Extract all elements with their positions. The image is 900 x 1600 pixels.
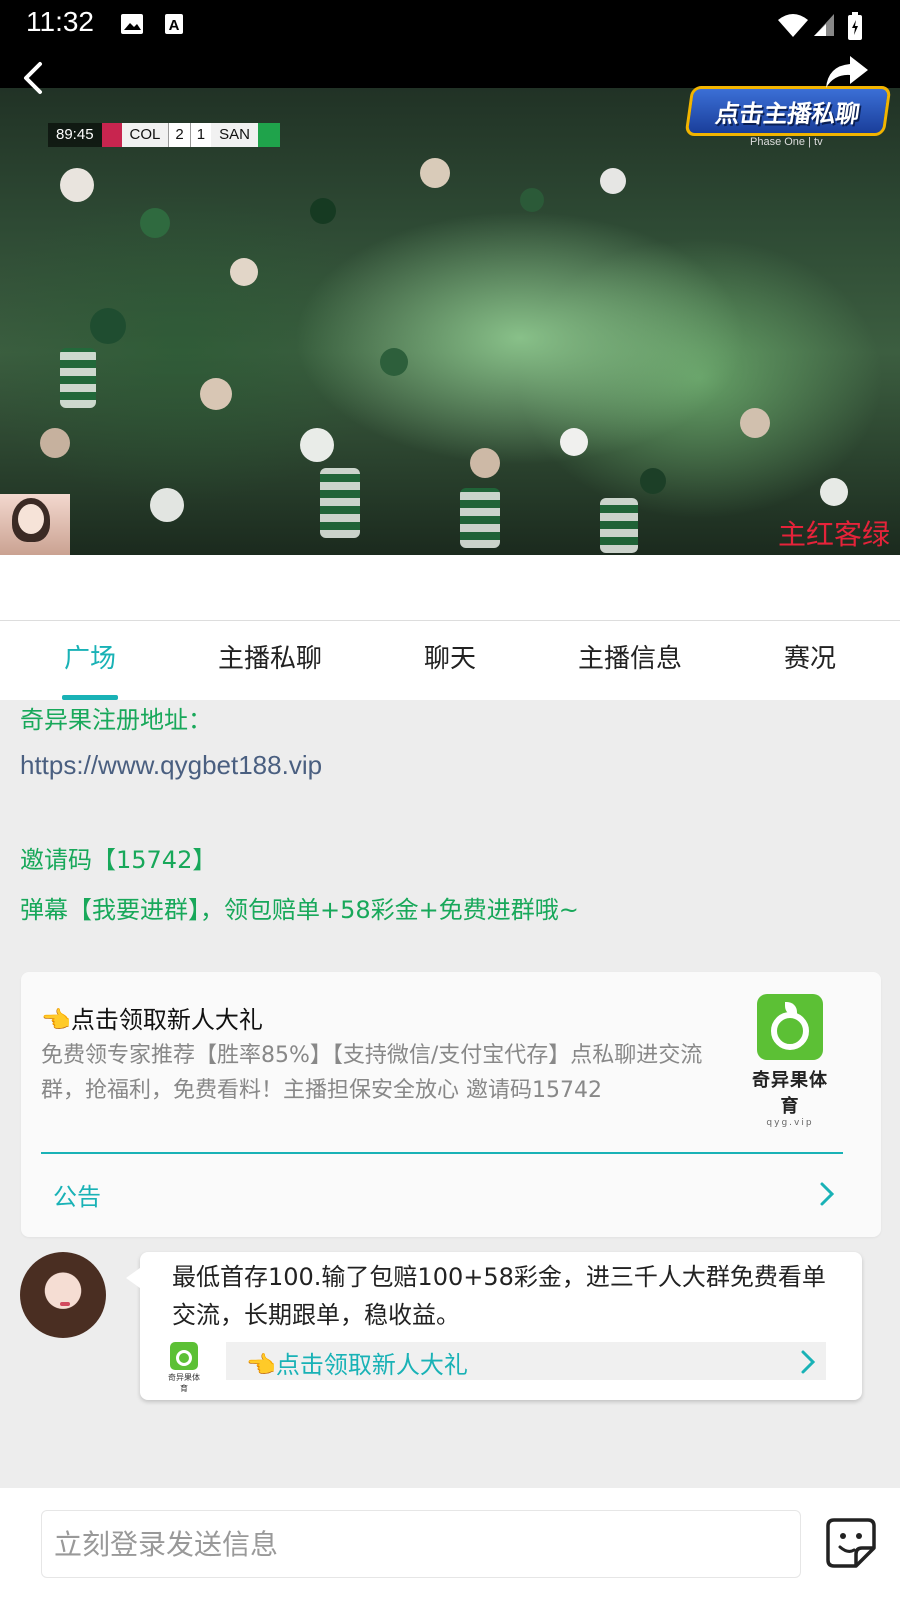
chevron-right-icon (820, 1182, 835, 1206)
signal-icon (814, 14, 834, 36)
scoreboard: 89:45 COL 2 1 SAN (48, 123, 280, 147)
danmaku-tip: 弹幕【我要进群】，领包赔单+58彩金+免费进群哦~ (20, 896, 579, 924)
anchor-chat-promo-badge[interactable]: 点击主播私聊 (684, 86, 892, 136)
wifi-icon (778, 14, 808, 37)
home-team: COL (121, 123, 169, 147)
chevron-right-icon (801, 1350, 816, 1374)
tab-match-status[interactable]: 赛况 (720, 621, 900, 700)
video-top-bar (0, 48, 900, 88)
invite-code: 邀请码【15742】 (20, 846, 217, 874)
card-description: 免费领专家推荐【胜率85%】【支持微信/支付宝代存】点私聊进交流群，抢福利，免费… (41, 1043, 703, 1103)
home-score: 2 (168, 123, 190, 147)
brand-logo: 奇异果体育 qyg.vip (743, 994, 837, 1128)
brand-domain: qyg.vip (766, 1118, 814, 1128)
promo-card[interactable]: 👈点击领取新人大礼 免费领专家推荐【胜率85%】【支持微信/支付宝代存】点私聊进… (21, 972, 881, 1237)
tab-anchor-chat[interactable]: 主播私聊 (180, 621, 360, 700)
svg-text:A: A (169, 17, 180, 34)
sticker-icon[interactable] (824, 1516, 878, 1570)
gift-link[interactable]: 👈点击领取新人大礼 (226, 1342, 826, 1380)
kiwi-logo-icon (757, 994, 823, 1060)
mini-kiwi-logo-icon: 奇异果体育 (166, 1342, 202, 1393)
anchor-avatar[interactable] (20, 1252, 106, 1338)
message-text: 最低首存100.输了包赔100+58彩金，进三千人大群免费看单交流，长期跟单，稳… (172, 1263, 826, 1329)
notice-label: 公告 (53, 1183, 101, 1211)
away-score: 1 (189, 123, 212, 147)
battery-icon (848, 12, 862, 40)
share-icon[interactable] (822, 52, 870, 92)
register-label: 奇异果注册地址： (20, 706, 212, 734)
video-player[interactable]: 89:45 COL 2 1 SAN 点击主播私聊 Phase One | tv … (0, 48, 900, 555)
anchor-thumbnail[interactable] (0, 494, 70, 555)
chat-input[interactable] (41, 1510, 801, 1578)
feed[interactable]: 奇异果注册地址： https://www.qygbet188.vip 邀请码【1… (0, 700, 900, 1488)
mini-logo-text: 奇异果体育 (168, 1373, 200, 1393)
image-icon (121, 14, 143, 34)
tab-square[interactable]: 广场 (0, 621, 180, 700)
status-bar: 11:32 A (0, 0, 900, 48)
card-title[interactable]: 👈点击领取新人大礼 (41, 1000, 263, 1035)
notice-row[interactable]: 公告 (41, 1155, 843, 1235)
video-watermark: 主红客绿 (777, 518, 890, 551)
tab-anchor-info[interactable]: 主播信息 (540, 621, 720, 700)
register-url[interactable]: https://www.qygbet188.vip (20, 750, 322, 781)
match-clock: 89:45 (48, 123, 102, 147)
brand-name: 奇异果体育 (752, 1070, 828, 1117)
video-spacer (0, 555, 900, 621)
broadcast-tag: Phase One | tv (750, 136, 823, 148)
card-divider (41, 1152, 843, 1154)
tab-chat[interactable]: 聊天 (360, 621, 540, 700)
back-icon[interactable] (16, 58, 56, 98)
font-icon: A (165, 14, 183, 34)
gift-link-label: 👈点击领取新人大礼 (246, 1351, 468, 1379)
away-team-color (257, 123, 280, 147)
home-team-color (101, 123, 122, 147)
tab-bar: 广场 主播私聊 聊天 主播信息 赛况 (0, 621, 900, 700)
status-time: 11:32 (26, 6, 94, 37)
chat-input-bar (0, 1488, 900, 1600)
message-bubble: 最低首存100.输了包赔100+58彩金，进三千人大群免费看单交流，长期跟单，稳… (126, 1252, 862, 1400)
away-team: SAN (211, 123, 258, 147)
